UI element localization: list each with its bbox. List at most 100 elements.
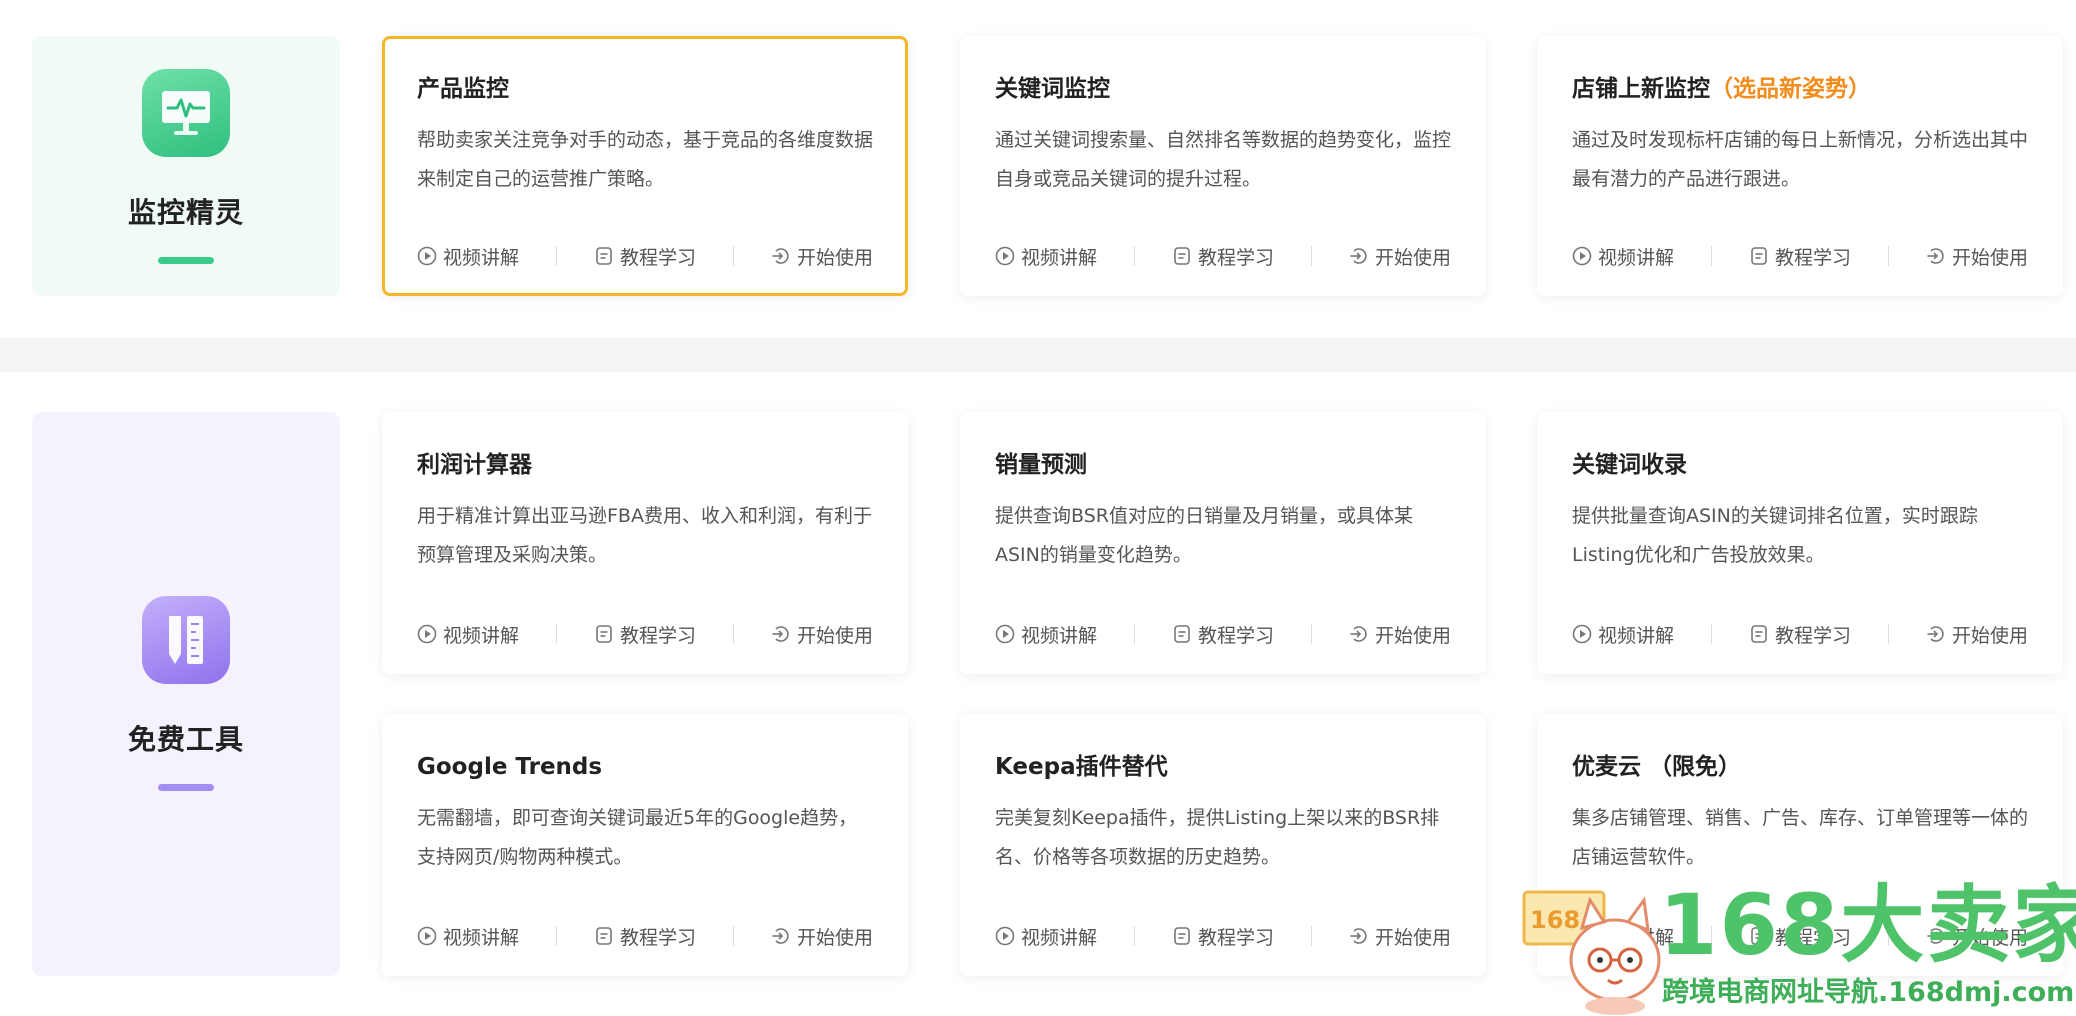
play-circle-icon [417,624,437,644]
card-description: 完美复刻Keepa插件，提供Listing上架以来的BSR排名、价格等各项数据的… [995,807,1440,868]
card-title-text: 利润计算器 [417,452,532,478]
enter-arrow-icon [772,928,789,944]
start-label: 开始使用 [796,926,873,949]
tutorial-button[interactable]: 教程学习 [1749,243,1851,270]
tutorial-button[interactable]: 教程学习 [1172,923,1274,950]
section-accent-bar [158,257,214,264]
divider [1310,246,1312,266]
play-circle-icon [417,926,437,946]
card-title: 优麦云 （限免） [1572,751,2028,783]
card-title: 利润计算器 [417,449,873,481]
enter-arrow-icon [1927,626,1944,642]
divider [1887,246,1889,266]
video-label: 视频讲解 [1021,624,1098,647]
divider [556,624,557,644]
video-button[interactable]: 视频讲解 [417,621,519,648]
card-actions: 视频讲解 教程学习 开始使用 [1572,619,2028,649]
tutorial-button[interactable]: 教程学习 [594,243,696,270]
start-label: 开始使用 [796,246,873,269]
card-title: Keepa插件替代 [995,751,1451,783]
video-button[interactable]: 视频讲解 [1572,243,1674,270]
play-circle-icon [995,624,1015,644]
start-label: 开始使用 [796,624,873,647]
card-actions: 视频讲解 教程学习 开始使用 [417,921,873,951]
card-title: 产品监控 [417,73,873,105]
enter-arrow-icon [1350,928,1367,944]
watermark-title: 168大卖家 [1659,876,2076,974]
tool-card[interactable]: 关键词收录 提供批量查询ASIN的关键词排名位置，实时跟踪Listing优化和广告… [1537,412,2063,674]
tool-card[interactable]: Keepa插件替代完美复刻Keepa插件，提供Listing上架以来的BSR排名… [960,714,1486,976]
card-title-text: 产品监控 [417,76,509,102]
start-button[interactable]: 开始使用 [1349,243,1451,270]
card-description: 帮助卖家关注竞争对手的动态，基于竞品的各维度数据来制定自己的运营推广策略。 [417,129,873,190]
tutorial-button[interactable]: 教程学习 [594,923,696,950]
start-button[interactable]: 开始使用 [771,243,873,270]
tool-card[interactable]: 店铺上新监控（选品新姿势） 通过及时发现标杆店铺的每日上新情况，分析选出其中最有潜… [1537,36,2063,296]
document-icon [1751,625,1767,643]
start-button[interactable]: 开始使用 [771,923,873,950]
start-label: 开始使用 [1374,624,1451,647]
video-label: 视频讲解 [1598,624,1675,647]
card-actions: 视频讲解 教程学习 开始使用 [1572,241,2028,271]
play-circle-icon [995,926,1015,946]
tutorial-button[interactable]: 教程学习 [1749,621,1851,648]
tutorial-button[interactable]: 教程学习 [1172,243,1274,270]
document-icon [596,247,612,265]
tool-card[interactable]: 关键词监控 通过关键词搜索量、自然排名等数据的趋势变化，监控自身或竞品关键词的提升… [960,36,1486,296]
video-label: 视频讲解 [443,624,520,647]
enter-arrow-icon [772,248,789,264]
start-button[interactable]: 开始使用 [771,621,873,648]
document-icon [1174,927,1190,945]
divider [1711,246,1712,266]
start-button[interactable]: 开始使用 [1926,621,2028,648]
card-title: 店铺上新监控（选品新姿势） [1572,73,2028,105]
tool-card[interactable]: 产品监控帮助卖家关注竞争对手的动态，基于竞品的各维度数据来制定自己的运营推广策略… [382,36,908,296]
card-title-text: 销量预测 [995,452,1087,478]
enter-arrow-icon [772,626,789,642]
video-button[interactable]: 视频讲解 [995,621,1097,648]
document-icon [1174,247,1190,265]
divider [556,246,557,266]
video-button[interactable]: 视频讲解 [995,923,1097,950]
play-circle-icon [995,246,1015,266]
video-label: 视频讲解 [1598,246,1675,269]
start-button[interactable]: 开始使用 [1349,923,1451,950]
card-title-text: 关键词收录 [1572,452,1687,478]
video-label: 视频讲解 [443,246,520,269]
video-button[interactable]: 视频讲解 [417,923,519,950]
video-label: 视频讲解 [1021,926,1098,949]
tool-card[interactable]: 销量预测提供查询BSR值对应的日销量及月销量，或具体某ASIN的销量变化趋势。视… [960,412,1486,674]
card-title: 关键词收录 [1572,449,2028,481]
section-title: 监控精灵 [127,196,244,229]
card-title-highlight: （选品新姿势） [1710,76,1871,102]
tutorial-button[interactable]: 教程学习 [594,621,696,648]
video-button[interactable]: 视频讲解 [995,243,1097,270]
divider [1134,624,1135,644]
watermark-subtitle: 跨境电商网址导航.168dmj.com [1662,977,2075,1008]
enter-arrow-icon [1350,626,1367,642]
start-button[interactable]: 开始使用 [1926,243,2028,270]
tutorial-button[interactable]: 教程学习 [1172,621,1274,648]
divider [1310,624,1312,644]
tutorial-label: 教程学习 [1197,624,1274,647]
card-title: 关键词监控 [995,73,1451,105]
start-label: 开始使用 [1374,926,1451,949]
section-divider [0,338,2076,372]
video-label: 视频讲解 [443,926,520,949]
video-button[interactable]: 视频讲解 [1572,621,1674,648]
section-accent-bar [158,784,214,791]
card-description: 提供查询BSR值对应的日销量及月销量，或具体某ASIN的销量变化趋势。 [995,505,1413,566]
tool-card[interactable]: 利润计算器 用于精准计算出亚马逊FBA费用、收入和利润，有利于预算管理及采购决策。… [382,412,908,674]
section-free-tools-panel: 免费工具 [32,412,340,976]
card-title: 销量预测 [995,449,1451,481]
card-actions: 视频讲解 教程学习 开始使用 [995,921,1451,951]
card-description: 通过及时发现标杆店铺的每日上新情况，分析选出其中最有潜力的产品进行跟进。 [1572,129,2028,190]
start-button[interactable]: 开始使用 [1349,621,1451,648]
card-title: Google Trends [417,751,873,783]
card-description: 无需翻墙，即可查询关键词最近5年的Google趋势，支持网页/购物两种模式。 [417,807,858,868]
video-button[interactable]: 视频讲解 [417,243,519,270]
watermark-badge: 168 [1530,906,1581,934]
tutorial-label: 教程学习 [1774,246,1851,269]
card-actions: 视频讲解 教程学习 开始使用 [995,619,1451,649]
tool-card[interactable]: Google Trends 无需翻墙，即可查询关键词最近5年的Google趋势，支… [382,714,908,976]
